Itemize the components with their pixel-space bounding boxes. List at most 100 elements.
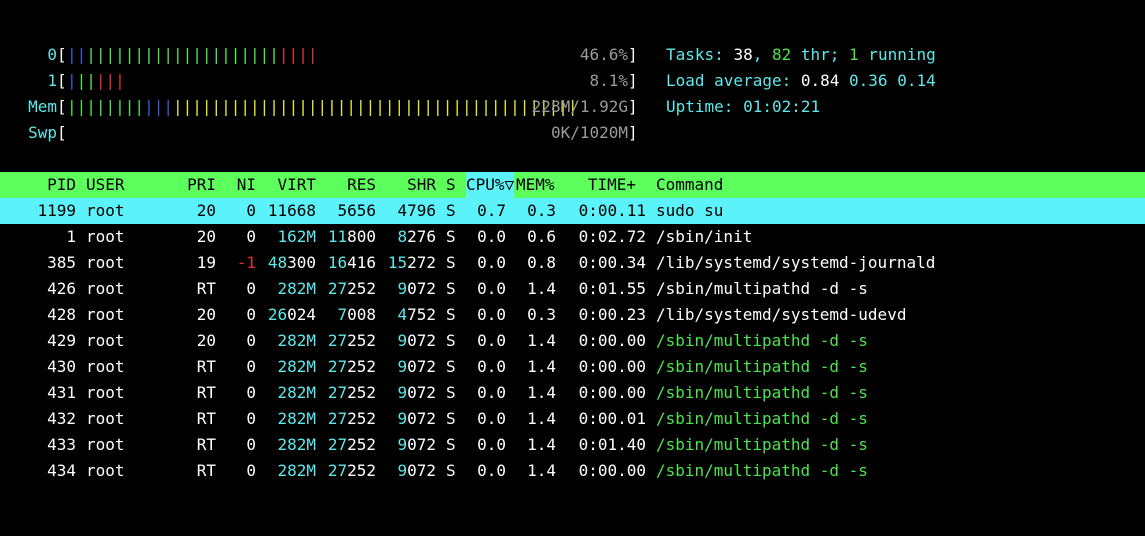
cell-ni: 0 bbox=[246, 461, 256, 480]
cell-res: 27252 bbox=[327, 461, 376, 480]
cell-pid: 426 bbox=[47, 279, 76, 298]
cell-pid: 432 bbox=[47, 409, 76, 428]
cell-time: 0:00.00 bbox=[578, 383, 646, 402]
cell-command: /lib/systemd/systemd-journald bbox=[656, 253, 936, 272]
cell-time: 0:00.00 bbox=[578, 331, 646, 350]
cell-ni: 0 bbox=[246, 227, 256, 246]
cell-command: /sbin/init bbox=[656, 227, 753, 246]
cell-shr: 4752 bbox=[397, 305, 436, 324]
col-ni[interactable]: NI bbox=[226, 172, 256, 198]
cell-shr: 9072 bbox=[397, 383, 436, 402]
cpu0-label: 0 bbox=[47, 45, 57, 64]
cell-ni: 0 bbox=[246, 383, 256, 402]
cell-command: sudo su bbox=[656, 201, 724, 220]
cell-pid: 428 bbox=[47, 305, 76, 324]
cell-time: 0:00.00 bbox=[578, 461, 646, 480]
cell-ni: 0 bbox=[246, 357, 256, 376]
cell-shr: 8276 bbox=[397, 227, 436, 246]
cell-user: root bbox=[86, 331, 125, 350]
swp-meter: Swp [ 0K/1020M ] bbox=[0, 120, 638, 146]
cell-command: /sbin/multipathd -d -s bbox=[656, 357, 868, 376]
meter-bracket-close: ] bbox=[628, 97, 638, 116]
cell-cpu: 0.0 bbox=[477, 409, 506, 428]
col-shr[interactable]: SHR bbox=[386, 172, 436, 198]
cell-shr: 9072 bbox=[397, 435, 436, 454]
col-cpu-sorted[interactable]: CPU%▽ bbox=[466, 172, 515, 198]
cell-virt: 282M bbox=[277, 435, 316, 454]
cell-state: S bbox=[446, 201, 456, 220]
col-res[interactable]: RES bbox=[326, 172, 376, 198]
cell-res: 5656 bbox=[337, 201, 376, 220]
cell-mem: 0.8 bbox=[527, 253, 556, 272]
cell-user: root bbox=[86, 357, 125, 376]
cell-res: 27252 bbox=[327, 331, 376, 350]
cpu0-bar: |||||||||||||||||||||||||| bbox=[67, 45, 318, 64]
cell-res: 27252 bbox=[327, 357, 376, 376]
cell-user: root bbox=[86, 279, 125, 298]
cell-res: 27252 bbox=[327, 409, 376, 428]
cpu0-meter: 0 [ |||||||||||||||||||||||||| 46.6% ] bbox=[0, 42, 637, 68]
mem-meter: Mem [ ||||||||||||||||||||||||||||||||||… bbox=[0, 94, 638, 120]
col-command[interactable]: Command bbox=[656, 172, 723, 198]
cell-shr: 9072 bbox=[397, 331, 436, 350]
load-average: Load average: 0.84 0.36 0.14 bbox=[666, 71, 936, 90]
process-row-selected[interactable]: 1199 root 20 0 11668 5656 4796 S 0.7 0.3… bbox=[0, 198, 1145, 224]
cell-pid: 430 bbox=[47, 357, 76, 376]
cell-state: S bbox=[446, 253, 456, 272]
cell-command: /sbin/multipathd -d -s bbox=[656, 383, 868, 402]
cell-state: S bbox=[446, 279, 456, 298]
swp-label: Swp bbox=[28, 123, 57, 142]
col-time[interactable]: TIME+ bbox=[566, 172, 636, 198]
cell-cpu: 0.0 bbox=[477, 305, 506, 324]
mem-value: 228M/1.92G bbox=[531, 97, 628, 116]
cell-cpu: 0.0 bbox=[477, 357, 506, 376]
cell-ni: 0 bbox=[246, 279, 256, 298]
cell-pri: RT bbox=[196, 383, 216, 402]
col-virt[interactable]: VIRT bbox=[266, 172, 316, 198]
cell-virt: 282M bbox=[277, 279, 316, 298]
meter-bracket-open: [ bbox=[57, 97, 67, 116]
process-row[interactable]: 434 root RT 0 282M 27252 9072 S 0.0 1.4 0:00.00/sb… bbox=[0, 458, 1145, 484]
cell-time: 0:00.23 bbox=[578, 305, 646, 324]
cell-command: /sbin/multipathd -d -s bbox=[656, 409, 868, 428]
process-row[interactable]: 430 root RT 0 282M 27252 9072 S 0.0 1.4 0:00.00/sb… bbox=[0, 354, 1145, 380]
cell-mem: 1.4 bbox=[527, 279, 556, 298]
process-row[interactable]: 428 root 20 0 26024 7008 4752 S 0.0 0.3 0:00.23/li… bbox=[0, 302, 1145, 328]
cell-pri: RT bbox=[196, 435, 216, 454]
cpu1-meter: 1 [ |||||| 8.1% ] bbox=[0, 68, 637, 94]
cell-cpu: 0.0 bbox=[477, 253, 506, 272]
process-row[interactable]: 429 root 20 0 282M 27252 9072 S 0.0 1.4 0:00.00/sb… bbox=[0, 328, 1145, 354]
cell-ni: 0 bbox=[246, 435, 256, 454]
cell-mem: 1.4 bbox=[527, 435, 556, 454]
col-pri[interactable]: PRI bbox=[176, 172, 216, 198]
cell-pri: 20 bbox=[196, 201, 216, 220]
process-row[interactable]: 432 root RT 0 282M 27252 9072 S 0.0 1.4 0:00.01/sb… bbox=[0, 406, 1145, 432]
cell-user: root bbox=[86, 201, 125, 220]
col-state[interactable]: S bbox=[446, 172, 456, 198]
cell-ni: 0 bbox=[246, 409, 256, 428]
cell-ni: 0 bbox=[246, 201, 256, 220]
cell-mem: 1.4 bbox=[527, 383, 556, 402]
process-row[interactable]: 433 root RT 0 282M 27252 9072 S 0.0 1.4 0:01.40/sb… bbox=[0, 432, 1145, 458]
cell-pid: 429 bbox=[47, 331, 76, 350]
process-row[interactable]: 431 root RT 0 282M 27252 9072 S 0.0 1.4 0:00.00/sb… bbox=[0, 380, 1145, 406]
cell-res: 11800 bbox=[327, 227, 376, 246]
cell-pid: 434 bbox=[47, 461, 76, 480]
process-row[interactable]: 426 root RT 0 282M 27252 9072 S 0.0 1.4 0:01.55/sb… bbox=[0, 276, 1145, 302]
cell-mem: 1.4 bbox=[527, 357, 556, 376]
col-mem[interactable]: MEM% bbox=[516, 172, 555, 198]
process-row[interactable]: 385 root 19 -1 48300 16416 15272 S 0.0 0.8 0:00.34… bbox=[0, 250, 1145, 276]
cell-state: S bbox=[446, 331, 456, 350]
col-pid[interactable]: PID bbox=[6, 172, 76, 198]
cell-pri: RT bbox=[196, 461, 216, 480]
cell-shr: 9072 bbox=[397, 461, 436, 480]
meter-bracket-close: ] bbox=[628, 45, 638, 64]
cell-res: 27252 bbox=[327, 435, 376, 454]
cell-command: /sbin/multipathd -d -s bbox=[656, 331, 868, 350]
column-header: PID USER PRI NI VIRT RES SHR S CPU%▽ MEM… bbox=[0, 172, 1145, 198]
process-row[interactable]: 1 root 20 0 162M 11800 8276 S 0.0 0.6 0:02.72/sbin… bbox=[0, 224, 1145, 250]
col-user[interactable]: USER bbox=[86, 172, 125, 198]
cell-virt: 162M bbox=[277, 227, 316, 246]
cell-command: /lib/systemd/systemd-udevd bbox=[656, 305, 907, 324]
cell-user: root bbox=[86, 253, 125, 272]
